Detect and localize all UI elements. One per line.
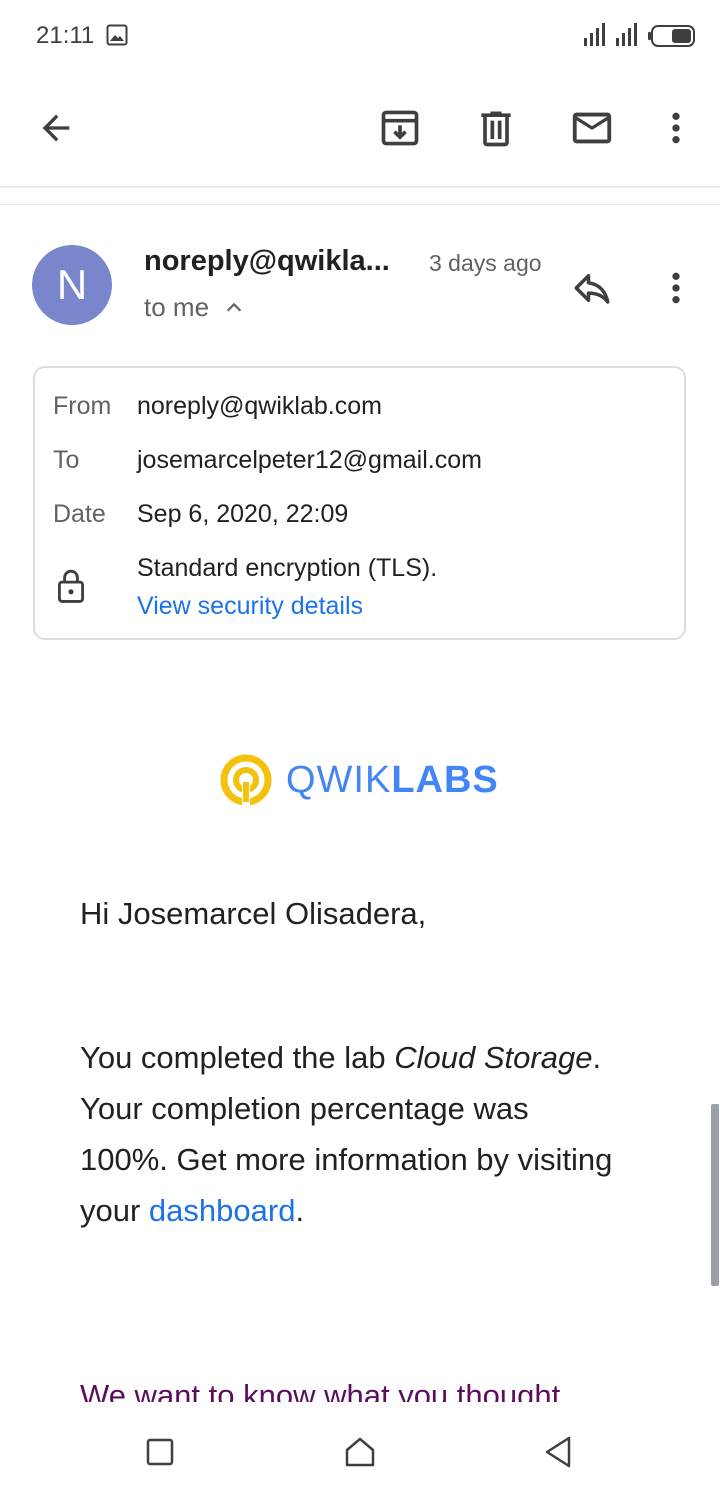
recipient-toggle[interactable]: to me bbox=[144, 292, 245, 323]
dashboard-link[interactable]: dashboard bbox=[149, 1193, 296, 1228]
lock-icon bbox=[58, 569, 84, 603]
qwiklabs-logo: QWIKLABS bbox=[218, 752, 499, 808]
trash-icon bbox=[481, 111, 511, 147]
sender-name: noreply@qwikla... bbox=[144, 245, 390, 277]
message-details-card: From noreply@qwiklab.com To josemarcelpe… bbox=[33, 366, 686, 640]
archive-button[interactable] bbox=[372, 100, 428, 156]
lab-name: Cloud Storage bbox=[394, 1040, 593, 1075]
toolbar bbox=[0, 72, 720, 188]
view-security-details-link[interactable]: View security details bbox=[137, 592, 363, 621]
chevron-up-icon bbox=[226, 302, 242, 312]
home-button[interactable] bbox=[334, 1426, 386, 1478]
status-bar: 21:11 bbox=[0, 0, 720, 72]
more-vert-icon bbox=[672, 272, 680, 304]
divider bbox=[0, 204, 720, 205]
mail-icon bbox=[572, 112, 612, 144]
archive-icon bbox=[381, 110, 419, 146]
back-arrow-icon bbox=[42, 114, 70, 142]
email-greeting: Hi Josemarcel Olisadera, bbox=[80, 896, 427, 931]
date-label: Date bbox=[53, 500, 106, 528]
mark-unread-button[interactable] bbox=[564, 100, 620, 156]
more-options-button[interactable] bbox=[648, 100, 704, 156]
system-nav-bar bbox=[0, 1404, 720, 1500]
qwiklabs-logo-text: QWIKLABS bbox=[286, 758, 499, 801]
sender-avatar[interactable]: N bbox=[32, 245, 112, 325]
qwiklabs-logo-icon bbox=[220, 754, 272, 806]
sent-time: 3 days ago bbox=[429, 250, 542, 276]
recents-square-icon bbox=[146, 1438, 174, 1466]
home-icon bbox=[345, 1437, 375, 1467]
to-label: To bbox=[53, 446, 80, 474]
clipped-content: We want to know what you thought bbox=[0, 1360, 720, 1402]
status-time: 21:11 bbox=[36, 22, 95, 49]
message-more-button[interactable] bbox=[650, 262, 702, 314]
back-triangle-icon bbox=[545, 1436, 571, 1468]
from-value: noreply@qwiklab.com bbox=[137, 392, 382, 420]
from-label: From bbox=[53, 392, 112, 420]
delete-button[interactable] bbox=[468, 100, 524, 156]
back-nav-button[interactable] bbox=[532, 1426, 584, 1478]
recipient-summary: to me bbox=[144, 292, 210, 322]
recents-button[interactable] bbox=[134, 1426, 186, 1478]
email-paragraph: You completed the lab Cloud Storage. You… bbox=[80, 1032, 620, 1236]
back-button[interactable] bbox=[28, 100, 84, 156]
date-value: Sep 6, 2020, 22:09 bbox=[137, 500, 349, 528]
reply-icon bbox=[574, 274, 610, 304]
feedback-link[interactable]: We want to know what you thought bbox=[80, 1378, 560, 1402]
more-vert-icon bbox=[672, 112, 680, 144]
gallery-notification-icon bbox=[106, 24, 128, 46]
reply-button[interactable] bbox=[566, 262, 618, 314]
signal-battery-icon bbox=[584, 23, 695, 47]
paragraph-text: You completed the lab bbox=[80, 1040, 395, 1075]
to-value: josemarcelpeter12@gmail.com bbox=[137, 446, 482, 474]
paragraph-end: . bbox=[295, 1193, 305, 1228]
scrollbar-thumb[interactable] bbox=[711, 1104, 719, 1286]
encryption-text: Standard encryption (TLS). bbox=[137, 554, 438, 582]
